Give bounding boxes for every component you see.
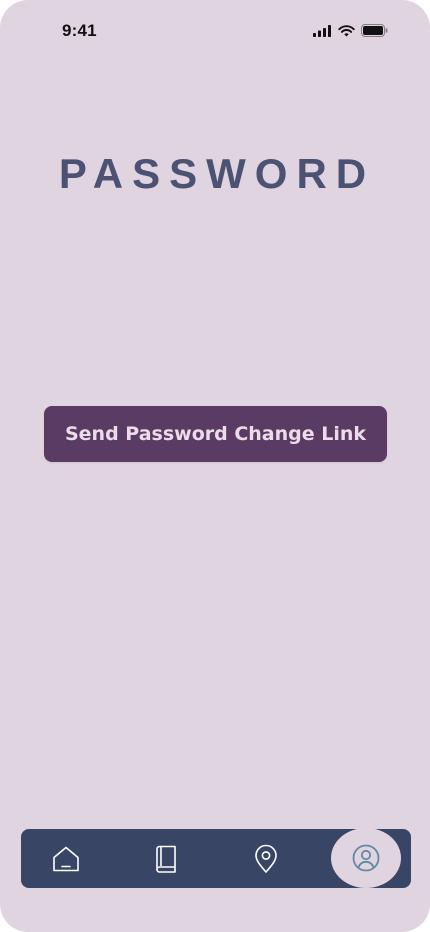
home-icon <box>53 846 79 871</box>
nav-item-profile[interactable] <box>331 828 401 888</box>
nav-item-home[interactable] <box>36 829 96 888</box>
bottom-navigation-bar <box>21 828 411 888</box>
location-pin-icon <box>255 844 277 873</box>
book-icon <box>156 845 176 873</box>
cellular-signal-icon <box>313 24 332 37</box>
status-bar: 9:41 <box>0 0 430 60</box>
profile-icon <box>352 844 380 872</box>
app-screen: 9:41 PASSWORD Send Password Change Link <box>0 0 430 932</box>
status-icons <box>313 24 388 37</box>
send-password-change-link-button[interactable]: Send Password Change Link <box>44 406 387 462</box>
page-title: PASSWORD <box>58 150 376 197</box>
status-time: 9:41 <box>62 21 97 40</box>
wifi-icon <box>338 24 355 37</box>
battery-icon <box>361 24 388 37</box>
nav-item-book[interactable] <box>136 829 196 888</box>
nav-item-location[interactable] <box>236 829 296 888</box>
